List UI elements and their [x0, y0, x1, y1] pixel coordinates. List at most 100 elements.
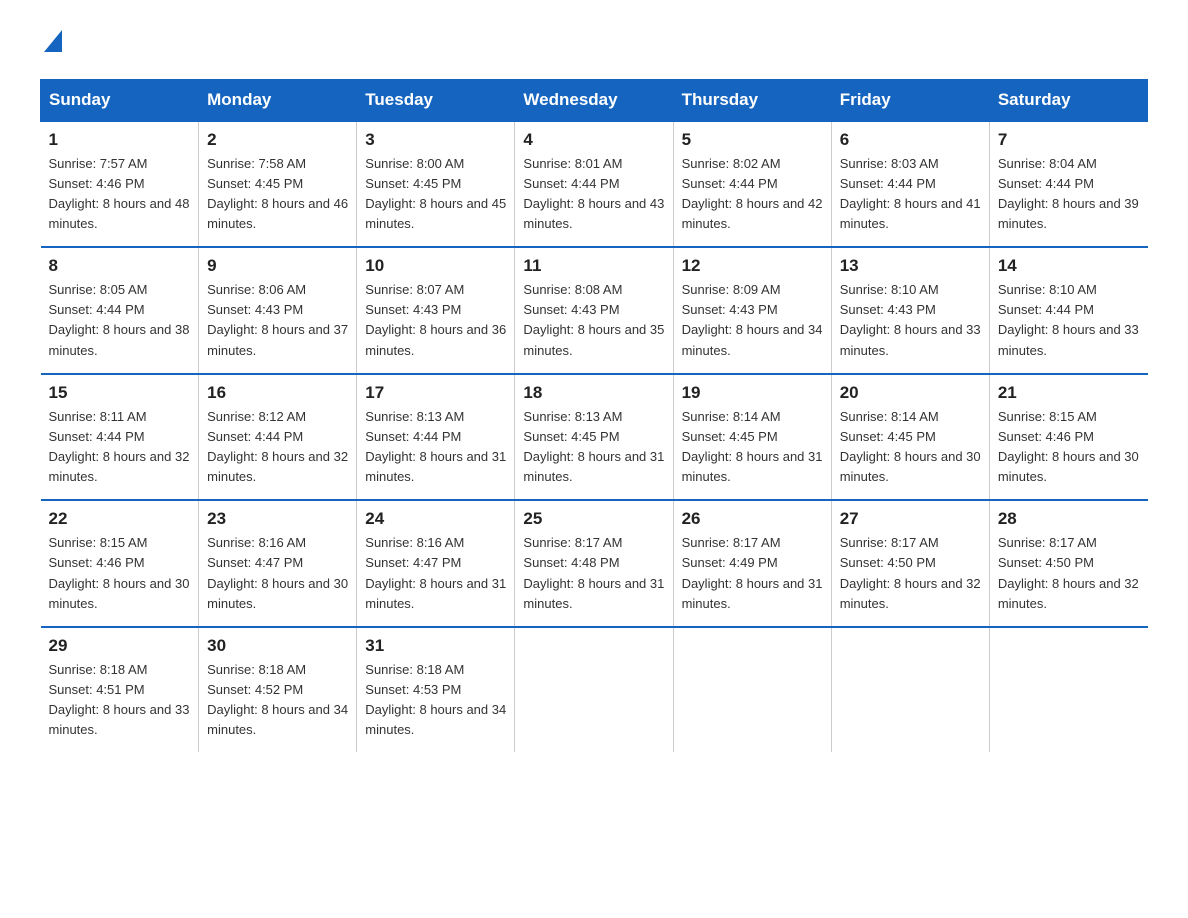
day-info: Sunrise: 8:01 AMSunset: 4:44 PMDaylight:… [523, 156, 664, 231]
col-header-thursday: Thursday [673, 79, 831, 121]
day-number: 21 [998, 383, 1140, 403]
day-number: 19 [682, 383, 823, 403]
day-info: Sunrise: 8:15 AMSunset: 4:46 PMDaylight:… [998, 409, 1139, 484]
day-cell: 7 Sunrise: 8:04 AMSunset: 4:44 PMDayligh… [989, 121, 1147, 248]
day-cell: 22 Sunrise: 8:15 AMSunset: 4:46 PMDaylig… [41, 500, 199, 627]
week-row-5: 29 Sunrise: 8:18 AMSunset: 4:51 PMDaylig… [41, 627, 1148, 753]
day-cell: 19 Sunrise: 8:14 AMSunset: 4:45 PMDaylig… [673, 374, 831, 501]
day-number: 10 [365, 256, 506, 276]
week-row-3: 15 Sunrise: 8:11 AMSunset: 4:44 PMDaylig… [41, 374, 1148, 501]
day-number: 22 [49, 509, 191, 529]
day-info: Sunrise: 8:02 AMSunset: 4:44 PMDaylight:… [682, 156, 823, 231]
day-number: 4 [523, 130, 664, 150]
day-info: Sunrise: 8:18 AMSunset: 4:51 PMDaylight:… [49, 662, 190, 737]
day-number: 28 [998, 509, 1140, 529]
day-number: 15 [49, 383, 191, 403]
day-info: Sunrise: 7:57 AMSunset: 4:46 PMDaylight:… [49, 156, 190, 231]
day-cell [673, 627, 831, 753]
logo-triangle-icon [44, 30, 62, 52]
day-cell: 5 Sunrise: 8:02 AMSunset: 4:44 PMDayligh… [673, 121, 831, 248]
day-info: Sunrise: 8:17 AMSunset: 4:49 PMDaylight:… [682, 535, 823, 610]
col-header-sunday: Sunday [41, 79, 199, 121]
day-info: Sunrise: 8:17 AMSunset: 4:50 PMDaylight:… [998, 535, 1139, 610]
day-info: Sunrise: 8:13 AMSunset: 4:44 PMDaylight:… [365, 409, 506, 484]
day-number: 18 [523, 383, 664, 403]
day-cell: 9 Sunrise: 8:06 AMSunset: 4:43 PMDayligh… [199, 247, 357, 374]
day-number: 9 [207, 256, 348, 276]
day-number: 12 [682, 256, 823, 276]
day-cell: 25 Sunrise: 8:17 AMSunset: 4:48 PMDaylig… [515, 500, 673, 627]
day-cell: 31 Sunrise: 8:18 AMSunset: 4:53 PMDaylig… [357, 627, 515, 753]
day-info: Sunrise: 8:09 AMSunset: 4:43 PMDaylight:… [682, 282, 823, 357]
day-info: Sunrise: 8:14 AMSunset: 4:45 PMDaylight:… [840, 409, 981, 484]
day-cell: 20 Sunrise: 8:14 AMSunset: 4:45 PMDaylig… [831, 374, 989, 501]
day-number: 23 [207, 509, 348, 529]
day-info: Sunrise: 8:16 AMSunset: 4:47 PMDaylight:… [207, 535, 348, 610]
day-cell: 18 Sunrise: 8:13 AMSunset: 4:45 PMDaylig… [515, 374, 673, 501]
day-cell: 8 Sunrise: 8:05 AMSunset: 4:44 PMDayligh… [41, 247, 199, 374]
day-number: 11 [523, 256, 664, 276]
day-number: 30 [207, 636, 348, 656]
day-number: 24 [365, 509, 506, 529]
day-cell: 1 Sunrise: 7:57 AMSunset: 4:46 PMDayligh… [41, 121, 199, 248]
day-cell: 11 Sunrise: 8:08 AMSunset: 4:43 PMDaylig… [515, 247, 673, 374]
day-cell: 30 Sunrise: 8:18 AMSunset: 4:52 PMDaylig… [199, 627, 357, 753]
day-info: Sunrise: 8:06 AMSunset: 4:43 PMDaylight:… [207, 282, 348, 357]
day-cell: 2 Sunrise: 7:58 AMSunset: 4:45 PMDayligh… [199, 121, 357, 248]
logo-wrapper [40, 30, 62, 59]
day-info: Sunrise: 8:13 AMSunset: 4:45 PMDaylight:… [523, 409, 664, 484]
day-cell: 13 Sunrise: 8:10 AMSunset: 4:43 PMDaylig… [831, 247, 989, 374]
day-cell: 4 Sunrise: 8:01 AMSunset: 4:44 PMDayligh… [515, 121, 673, 248]
day-info: Sunrise: 8:18 AMSunset: 4:53 PMDaylight:… [365, 662, 506, 737]
day-info: Sunrise: 8:10 AMSunset: 4:43 PMDaylight:… [840, 282, 981, 357]
day-info: Sunrise: 8:14 AMSunset: 4:45 PMDaylight:… [682, 409, 823, 484]
day-info: Sunrise: 8:03 AMSunset: 4:44 PMDaylight:… [840, 156, 981, 231]
calendar-table: SundayMondayTuesdayWednesdayThursdayFrid… [40, 79, 1148, 753]
day-cell [989, 627, 1147, 753]
day-number: 13 [840, 256, 981, 276]
day-number: 2 [207, 130, 348, 150]
day-info: Sunrise: 8:08 AMSunset: 4:43 PMDaylight:… [523, 282, 664, 357]
calendar-body: 1 Sunrise: 7:57 AMSunset: 4:46 PMDayligh… [41, 121, 1148, 753]
week-row-4: 22 Sunrise: 8:15 AMSunset: 4:46 PMDaylig… [41, 500, 1148, 627]
day-cell: 16 Sunrise: 8:12 AMSunset: 4:44 PMDaylig… [199, 374, 357, 501]
day-cell: 27 Sunrise: 8:17 AMSunset: 4:50 PMDaylig… [831, 500, 989, 627]
day-cell: 28 Sunrise: 8:17 AMSunset: 4:50 PMDaylig… [989, 500, 1147, 627]
week-row-2: 8 Sunrise: 8:05 AMSunset: 4:44 PMDayligh… [41, 247, 1148, 374]
page-header [40, 30, 1148, 59]
day-number: 7 [998, 130, 1140, 150]
day-cell: 12 Sunrise: 8:09 AMSunset: 4:43 PMDaylig… [673, 247, 831, 374]
logo-row [40, 30, 62, 59]
day-number: 26 [682, 509, 823, 529]
day-number: 6 [840, 130, 981, 150]
day-cell: 17 Sunrise: 8:13 AMSunset: 4:44 PMDaylig… [357, 374, 515, 501]
day-info: Sunrise: 8:15 AMSunset: 4:46 PMDaylight:… [49, 535, 190, 610]
day-cell: 14 Sunrise: 8:10 AMSunset: 4:44 PMDaylig… [989, 247, 1147, 374]
day-cell: 29 Sunrise: 8:18 AMSunset: 4:51 PMDaylig… [41, 627, 199, 753]
day-number: 17 [365, 383, 506, 403]
day-info: Sunrise: 8:17 AMSunset: 4:50 PMDaylight:… [840, 535, 981, 610]
day-cell [831, 627, 989, 753]
col-header-monday: Monday [199, 79, 357, 121]
day-info: Sunrise: 8:17 AMSunset: 4:48 PMDaylight:… [523, 535, 664, 610]
day-number: 3 [365, 130, 506, 150]
day-number: 27 [840, 509, 981, 529]
header-row: SundayMondayTuesdayWednesdayThursdayFrid… [41, 79, 1148, 121]
day-info: Sunrise: 8:10 AMSunset: 4:44 PMDaylight:… [998, 282, 1139, 357]
day-cell: 6 Sunrise: 8:03 AMSunset: 4:44 PMDayligh… [831, 121, 989, 248]
col-header-saturday: Saturday [989, 79, 1147, 121]
day-cell: 26 Sunrise: 8:17 AMSunset: 4:49 PMDaylig… [673, 500, 831, 627]
day-number: 29 [49, 636, 191, 656]
day-number: 5 [682, 130, 823, 150]
col-header-friday: Friday [831, 79, 989, 121]
calendar-header: SundayMondayTuesdayWednesdayThursdayFrid… [41, 79, 1148, 121]
week-row-1: 1 Sunrise: 7:57 AMSunset: 4:46 PMDayligh… [41, 121, 1148, 248]
day-info: Sunrise: 8:12 AMSunset: 4:44 PMDaylight:… [207, 409, 348, 484]
day-number: 20 [840, 383, 981, 403]
day-cell [515, 627, 673, 753]
col-header-wednesday: Wednesday [515, 79, 673, 121]
day-number: 31 [365, 636, 506, 656]
day-number: 16 [207, 383, 348, 403]
day-cell: 23 Sunrise: 8:16 AMSunset: 4:47 PMDaylig… [199, 500, 357, 627]
day-cell: 24 Sunrise: 8:16 AMSunset: 4:47 PMDaylig… [357, 500, 515, 627]
